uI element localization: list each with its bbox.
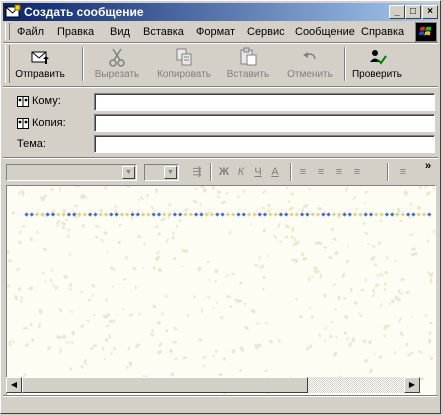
- font-name-value: [7, 165, 10, 177]
- copy-icon: [176, 48, 192, 66]
- underline-icon[interactable]: Ч: [251, 165, 265, 179]
- cc-label-group[interactable]: Копия:: [17, 117, 66, 129]
- paste-icon: [240, 47, 257, 66]
- send-icon: [31, 51, 49, 64]
- font-size-select[interactable]: ▼: [144, 164, 179, 181]
- new-message-icon: [5, 4, 21, 18]
- main-toolbar: Отправить Вырезать Копировать Вставить О…: [3, 43, 438, 85]
- menubar-grip[interactable]: [5, 23, 10, 40]
- bold-icon[interactable]: Ж: [217, 165, 231, 179]
- format-toolbar: ▼ ▼ ⇶ Ж К Ч A ≡ ≡ ≡ ≡ ≡ »: [3, 159, 438, 185]
- title-bar[interactable]: Создать сообщение _ □ ×: [3, 3, 438, 21]
- compose-window: Создать сообщение _ □ × Файл Правка Вид …: [0, 0, 441, 414]
- numbered-list-icon[interactable]: ≡: [296, 165, 310, 179]
- windows-logo-icon: [415, 22, 437, 42]
- undo-icon: [303, 52, 316, 60]
- italic-icon[interactable]: К: [234, 165, 248, 179]
- format-separator: [210, 163, 212, 181]
- menu-help[interactable]: Справка: [358, 25, 407, 40]
- cc-field[interactable]: [94, 114, 435, 132]
- horizontal-scrollbar[interactable]: ◀ ▶: [6, 377, 420, 393]
- paste-button[interactable]: Вставить: [219, 45, 277, 83]
- font-name-select[interactable]: ▼: [6, 164, 137, 181]
- stationery-background: [7, 186, 435, 394]
- maximize-button[interactable]: □: [405, 5, 421, 19]
- toolbar-separator-line: [3, 86, 438, 88]
- format-separator: [387, 163, 389, 181]
- menu-edit[interactable]: Правка: [54, 25, 97, 40]
- undo-button[interactable]: Отменить: [281, 45, 339, 83]
- address-book-icon: [17, 96, 29, 107]
- send-button[interactable]: Отправить: [9, 45, 71, 83]
- check-names-button[interactable]: Проверить: [348, 45, 406, 83]
- scroll-right-icon[interactable]: ▶: [404, 377, 420, 393]
- to-field[interactable]: [94, 93, 435, 111]
- align-left-icon[interactable]: ≡: [396, 165, 410, 179]
- menu-format[interactable]: Формат: [193, 25, 238, 40]
- subject-label: Тема:: [17, 138, 46, 150]
- minimize-button[interactable]: _: [389, 5, 405, 19]
- window-title: Создать сообщение: [24, 5, 144, 19]
- status-bar: [3, 397, 438, 413]
- scroll-left-icon[interactable]: ◀: [6, 377, 22, 393]
- spellcheck-icon: [370, 50, 387, 65]
- chevron-down-icon[interactable]: ▼: [122, 166, 135, 179]
- menu-tools[interactable]: Сервис: [244, 25, 288, 40]
- message-body[interactable]: [6, 185, 436, 395]
- format-separator: [290, 163, 292, 181]
- font-color-icon[interactable]: A: [268, 165, 282, 179]
- to-label-group[interactable]: Кому:: [17, 95, 61, 107]
- chevron-down-icon[interactable]: ▼: [164, 166, 177, 179]
- address-book-icon: [17, 118, 29, 129]
- copy-label: Копировать: [157, 69, 211, 80]
- menu-insert[interactable]: Вставка: [140, 25, 187, 40]
- paragraph-style-icon[interactable]: ⇶: [190, 165, 204, 179]
- scroll-thumb[interactable]: [22, 377, 308, 393]
- check-names-label: Проверить: [351, 69, 402, 80]
- cut-label: Вырезать: [94, 69, 140, 80]
- menu-bar: Файл Правка Вид Вставка Формат Сервис Со…: [3, 22, 438, 42]
- undo-label: Отменить: [287, 69, 333, 80]
- more-icon[interactable]: »: [421, 159, 435, 173]
- toolbar-separator: [344, 47, 346, 81]
- send-label: Отправить: [15, 69, 65, 80]
- scissors-icon: [109, 48, 125, 67]
- paste-label: Вставить: [226, 69, 270, 80]
- cut-button[interactable]: Вырезать: [87, 45, 147, 83]
- toolbar-separator: [82, 47, 84, 81]
- bulleted-list-icon[interactable]: ≡: [314, 165, 328, 179]
- menu-message[interactable]: Сообщение: [292, 25, 358, 40]
- decrease-indent-icon[interactable]: ≡: [332, 165, 346, 179]
- subject-field[interactable]: [94, 135, 435, 153]
- menu-view[interactable]: Вид: [107, 25, 133, 40]
- font-size-value: [145, 165, 148, 177]
- copy-button[interactable]: Копировать: [151, 45, 217, 83]
- close-button[interactable]: ×: [422, 5, 438, 19]
- increase-indent-icon[interactable]: ≡: [350, 165, 364, 179]
- menu-file[interactable]: Файл: [14, 25, 47, 40]
